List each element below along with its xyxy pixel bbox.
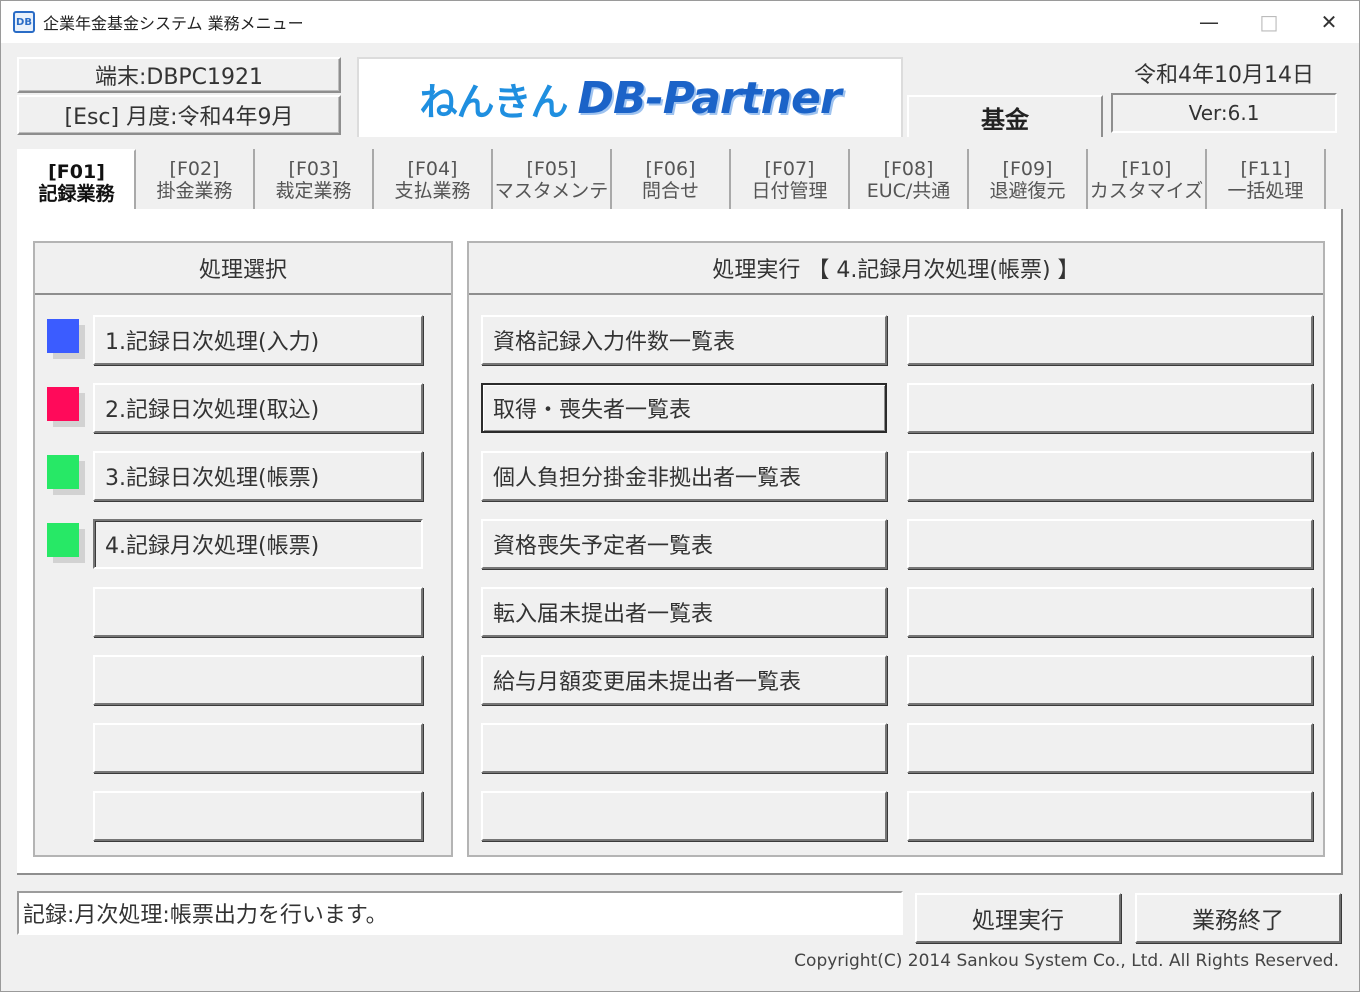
main-window: DB 企業年金基金システム 業務メニュー — □ ✕ 端末:DBPC1921 […: [0, 0, 1360, 992]
tab-key: [F05]: [526, 158, 577, 180]
report-button-4[interactable]: 資格喪失予定者一覧表: [481, 519, 887, 569]
minimize-icon[interactable]: —: [1179, 1, 1239, 43]
report-button-right-4[interactable]: [907, 519, 1313, 569]
tab-name: EUC/共通: [866, 180, 951, 202]
tab-name: 裁定業務: [275, 180, 352, 202]
execute-button[interactable]: 処理実行: [915, 893, 1121, 943]
process-color-marker: [47, 523, 79, 557]
tab-6[interactable]: [F06] 問合せ: [612, 149, 731, 211]
tab-key: [F08]: [883, 158, 934, 180]
process-select-header: 処理選択: [35, 243, 451, 295]
kikin-label: 基金: [907, 95, 1103, 137]
process-color-marker: [47, 319, 79, 353]
tab-name: 問合せ: [641, 180, 699, 202]
end-work-button[interactable]: 業務終了: [1135, 893, 1341, 943]
process-color-marker: [47, 387, 79, 421]
process-select-button-8[interactable]: [93, 791, 423, 841]
tab-key: [F03]: [288, 158, 339, 180]
logo-kana: ねんきん: [419, 79, 568, 124]
window-title: 企業年金基金システム 業務メニュー: [43, 14, 304, 33]
tab-name: 掛金業務: [156, 180, 233, 202]
tab-key: [F01]: [48, 161, 105, 183]
tab-name: カスタマイズ: [1089, 180, 1204, 202]
report-button-7[interactable]: [481, 723, 887, 773]
tab-name: 日付管理: [751, 180, 828, 202]
tab-1[interactable]: [F01] 記録業務: [17, 149, 136, 215]
process-select-button-1[interactable]: 1.記録日次処理(入力): [93, 315, 423, 365]
function-tabs: [F01] 記録業務 [F02] 掛金業務 [F03] 裁定業務 [F04] 支払業務 [F05…: [17, 149, 1326, 215]
product-logo: ねんきん DB-Partner: [357, 57, 903, 137]
main-panel: 処理選択 処理実行 【 4.記録月次処理(帳票) 】 1.記録日次処理(入力) 2…: [17, 209, 1343, 875]
report-button-right-2[interactable]: [907, 383, 1313, 433]
report-button-right-1[interactable]: [907, 315, 1313, 365]
tab-name: 記録業務: [38, 183, 115, 205]
tab-5[interactable]: [F05] マスタメンテ: [493, 149, 612, 211]
report-button-right-5[interactable]: [907, 587, 1313, 637]
close-icon[interactable]: ✕: [1299, 1, 1359, 43]
tab-key: [F06]: [645, 158, 696, 180]
logo-en: DB-Partner: [577, 72, 841, 124]
terminal-label: 端末:DBPC1921: [17, 57, 341, 93]
tab-key: [F07]: [764, 158, 815, 180]
tab-key: [F04]: [407, 158, 458, 180]
tab-3[interactable]: [F03] 裁定業務: [255, 149, 374, 211]
process-select-button-3[interactable]: 3.記録日次処理(帳票): [93, 451, 423, 501]
tab-name: マスタメンテ: [494, 180, 609, 202]
month-label[interactable]: [Esc] 月度:令和4年9月: [17, 95, 341, 135]
tab-key: [F02]: [169, 158, 220, 180]
status-message: 記録:月次処理:帳票出力を行います。: [17, 891, 903, 935]
copyright-text: Copyright(C) 2014 Sankou System Co., Ltd…: [794, 951, 1339, 971]
date-label: 令和4年10月14日: [1134, 63, 1314, 88]
version-label: Ver:6.1: [1111, 93, 1337, 133]
report-button-8[interactable]: [481, 791, 887, 841]
tab-8[interactable]: [F08] EUC/共通: [850, 149, 969, 211]
tab-name: 一括処理: [1227, 180, 1304, 202]
tab-name: 支払業務: [394, 180, 471, 202]
report-button-5[interactable]: 転入届未提出者一覧表: [481, 587, 887, 637]
tab-9[interactable]: [F09] 退避復元: [969, 149, 1088, 211]
tab-key: [F10]: [1121, 158, 1172, 180]
report-button-1[interactable]: 資格記録入力件数一覧表: [481, 315, 887, 365]
process-select-button-6[interactable]: [93, 655, 423, 705]
report-button-right-7[interactable]: [907, 723, 1313, 773]
tab-key: [F11]: [1240, 158, 1291, 180]
report-button-2[interactable]: 取得・喪失者一覧表: [481, 383, 887, 433]
report-button-right-8[interactable]: [907, 791, 1313, 841]
title-bar[interactable]: DB 企業年金基金システム 業務メニュー — □ ✕: [1, 1, 1359, 43]
report-button-6[interactable]: 給与月額変更届未提出者一覧表: [481, 655, 887, 705]
tab-7[interactable]: [F07] 日付管理: [731, 149, 850, 211]
report-button-3[interactable]: 個人負担分掛金非拠出者一覧表: [481, 451, 887, 501]
report-button-right-3[interactable]: [907, 451, 1313, 501]
tab-key: [F09]: [1002, 158, 1053, 180]
report-button-right-6[interactable]: [907, 655, 1313, 705]
process-exec-header: 処理実行 【 4.記録月次処理(帳票) 】: [469, 243, 1323, 295]
process-select-button-2[interactable]: 2.記録日次処理(取込): [93, 383, 423, 433]
tab-2[interactable]: [F02] 掛金業務: [136, 149, 255, 211]
tab-4[interactable]: [F04] 支払業務: [374, 149, 493, 211]
tab-11[interactable]: [F11] 一括処理: [1207, 149, 1326, 211]
app-icon: DB: [13, 11, 35, 33]
process-select-button-4[interactable]: 4.記録月次処理(帳票): [93, 519, 423, 569]
tab-name: 退避復元: [989, 180, 1066, 202]
process-select-button-7[interactable]: [93, 723, 423, 773]
tab-10[interactable]: [F10] カスタマイズ: [1088, 149, 1207, 211]
process-select-button-5[interactable]: [93, 587, 423, 637]
process-color-marker: [47, 455, 79, 489]
maximize-icon[interactable]: □: [1239, 1, 1299, 43]
